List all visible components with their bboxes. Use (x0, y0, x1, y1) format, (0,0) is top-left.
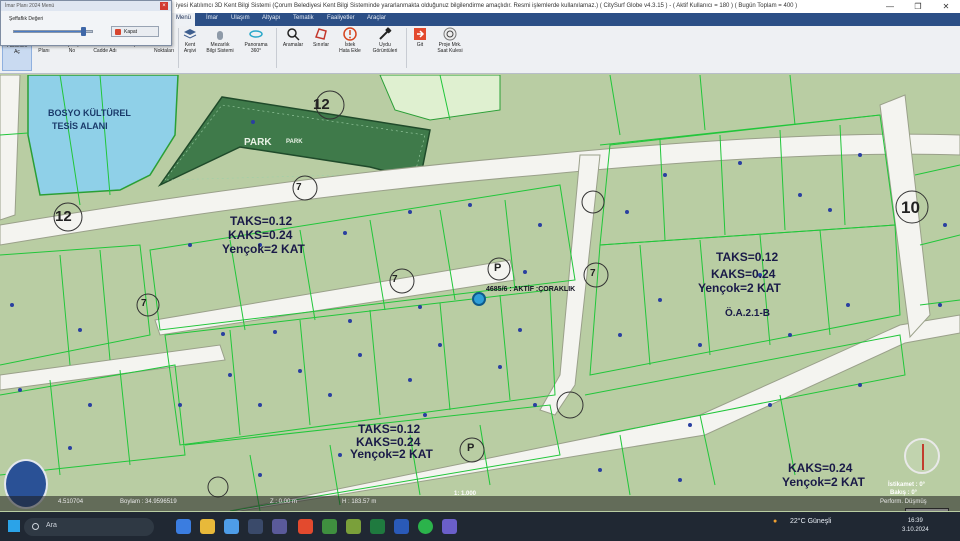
start-icon[interactable] (8, 520, 20, 532)
menu-tab-ulasim[interactable]: Ulaşım (231, 15, 250, 21)
whatsapp-icon[interactable] (418, 519, 433, 534)
ribbon-button-mezarlik[interactable]: Mezarlık Bilgi Sistemi (202, 27, 238, 71)
transparency-slider[interactable] (13, 27, 93, 36)
clock-time: 16:39 (907, 518, 923, 524)
citysurf-icon[interactable] (346, 519, 361, 534)
boundary-icon (314, 27, 328, 41)
app-icon[interactable] (272, 519, 287, 534)
ribbon-button-kent-arsivi[interactable]: Kent Arşivi (180, 27, 200, 71)
search-placeholder: Ara (46, 522, 57, 529)
map-label-park-small: PARK (286, 139, 303, 145)
slider-fill (14, 31, 85, 32)
file-explorer-icon[interactable] (200, 519, 215, 534)
status-coord-y: Boylam : 34.9596519 (120, 499, 177, 505)
map-view[interactable]: BOSYO KÜLTÜREL TESİS ALANI PARK PARK 12 … (0, 75, 960, 511)
ribbon-button-uydu[interactable]: Uydu Görüntüleri (366, 27, 404, 71)
edge-icon[interactable] (176, 519, 191, 534)
ribbon-button-istek-hata[interactable]: İstek Hata Ekle (336, 27, 364, 71)
compass-icon[interactable] (904, 438, 940, 474)
store-icon[interactable] (248, 519, 263, 534)
app2-icon[interactable] (442, 519, 457, 534)
chrome-icon[interactable] (298, 519, 313, 534)
slider-label: Şeffaflık Değeri (9, 16, 44, 22)
taskbar-search-input[interactable]: Ara (24, 518, 154, 536)
zone-code-label: Ö.A.2.1-B (725, 308, 771, 319)
mail-icon[interactable] (224, 519, 239, 534)
menu-tab-altyapi[interactable]: Altyapı (262, 15, 280, 21)
taskbar-clock[interactable]: 16:39 3.10.2024 (902, 517, 929, 535)
zone-1-kaks: KAKS=0.24 (228, 228, 293, 242)
ribbon-button-aramalar[interactable]: Aramalar (280, 27, 306, 71)
zone-1-yencok: Yençok=2 KAT (222, 242, 305, 256)
zone-3-yencok: Yençok=2 KAT (350, 447, 433, 461)
ribbon-button-panorama[interactable]: Panorama 360° (240, 27, 272, 71)
goto-icon (413, 27, 427, 41)
road-number-7c: 7 (392, 274, 398, 285)
weather-icon: ● (773, 518, 778, 525)
window-title: iyesi Katılımcı 3D Kent Bilgi Sistemi (Ç… (176, 3, 798, 9)
zone-2-taks: TAKS=0.12 (716, 250, 779, 264)
status-height: H : 183.57 m (342, 499, 377, 505)
status-coord-x: 4.510704 (58, 499, 84, 505)
dialog-title: İmar Planı 2024 Menü (1, 1, 171, 11)
clock-date: 3.10.2024 (902, 527, 929, 533)
map-label-park: PARK (244, 137, 272, 148)
zone-3-taks: TAKS=0.12 (358, 422, 421, 436)
archive-icon (183, 27, 197, 41)
zoning-map (0, 75, 960, 511)
map-label-bosyo: BOSYO KÜLTÜREL (48, 108, 131, 118)
ribbon-button-sinirlar[interactable]: Sınırlar (308, 27, 334, 71)
zone-2-yencok: Yençok=2 KAT (698, 281, 781, 295)
map-app-icon[interactable] (322, 519, 337, 534)
menu-tab-menu[interactable]: Menü (172, 13, 196, 26)
zone-1-taks: TAKS=0.12 (230, 214, 293, 228)
map-status-bar: 4.510704 Boylam : 34.9596519 Z : 0.00 m … (0, 496, 960, 511)
windows-taskbar: Ara ● 22°C Güneşli 16:39 3.10.2024 (0, 512, 960, 541)
status-altitude: Z : 0.00 m (270, 499, 298, 505)
word-icon[interactable] (394, 519, 409, 534)
satellite-icon (378, 27, 392, 41)
excel-icon[interactable] (370, 519, 385, 534)
menu-tab-imar[interactable]: İmar (206, 15, 218, 21)
alert-icon (343, 27, 357, 41)
map-label-tesis: TESİS ALANI (52, 121, 108, 131)
slider-thumb[interactable] (81, 27, 87, 36)
road-number-7a: 7 (296, 182, 302, 193)
parking-label-b: P (467, 442, 475, 454)
menu-tab-araclar[interactable]: Araçlar (367, 15, 386, 21)
menu-tab-faaliyetler[interactable]: Faaliyetler (327, 15, 355, 21)
ribbon-button-git[interactable]: Git (410, 27, 430, 71)
search-icon (32, 523, 39, 530)
kapat-label: Kapat (124, 29, 138, 35)
cemetery-icon (213, 27, 227, 41)
ribbon-button-proje-mrk[interactable]: Proje Mrk. Saat Kulesi (432, 27, 468, 71)
road-number-10: 10 (901, 198, 920, 217)
zone-2-kaks: KAKS=0.24 (711, 267, 776, 281)
restore-button[interactable]: ❐ (904, 0, 932, 13)
road-number-7b: 7 (141, 298, 147, 309)
dialog-close-icon[interactable]: × (160, 2, 168, 10)
road-number-7d: 7 (590, 268, 596, 279)
panorama-icon (249, 27, 263, 41)
zone-4-kaks: KAKS=0.24 (788, 461, 853, 475)
parking-label-a: P (494, 262, 502, 274)
direction-readout: İstikamet : 0° (888, 482, 926, 488)
selected-parcel-info: 4685/6 : AKTİF :ÇORAKLIK (486, 286, 576, 293)
road-number-12-left: 12 (55, 208, 72, 225)
close-icon (115, 29, 121, 35)
weather-text[interactable]: 22°C Güneşli (790, 518, 831, 525)
road-number-12-top: 12 (313, 96, 330, 113)
menu-tab-tematik[interactable]: Tematik (293, 15, 314, 21)
close-window-button[interactable]: ✕ (932, 0, 960, 13)
clocktower-icon (443, 27, 457, 41)
minimize-button[interactable]: — (876, 0, 904, 13)
zone-4-yencok: Yençok=2 KAT (782, 475, 865, 489)
status-performance: Perform. Düşmüş (880, 499, 927, 505)
search-icon (286, 27, 300, 41)
transparency-dialog: İmar Planı 2024 Menü × Şeffaflık Değeri … (0, 0, 172, 46)
kapat-button[interactable]: Kapat (111, 26, 159, 37)
